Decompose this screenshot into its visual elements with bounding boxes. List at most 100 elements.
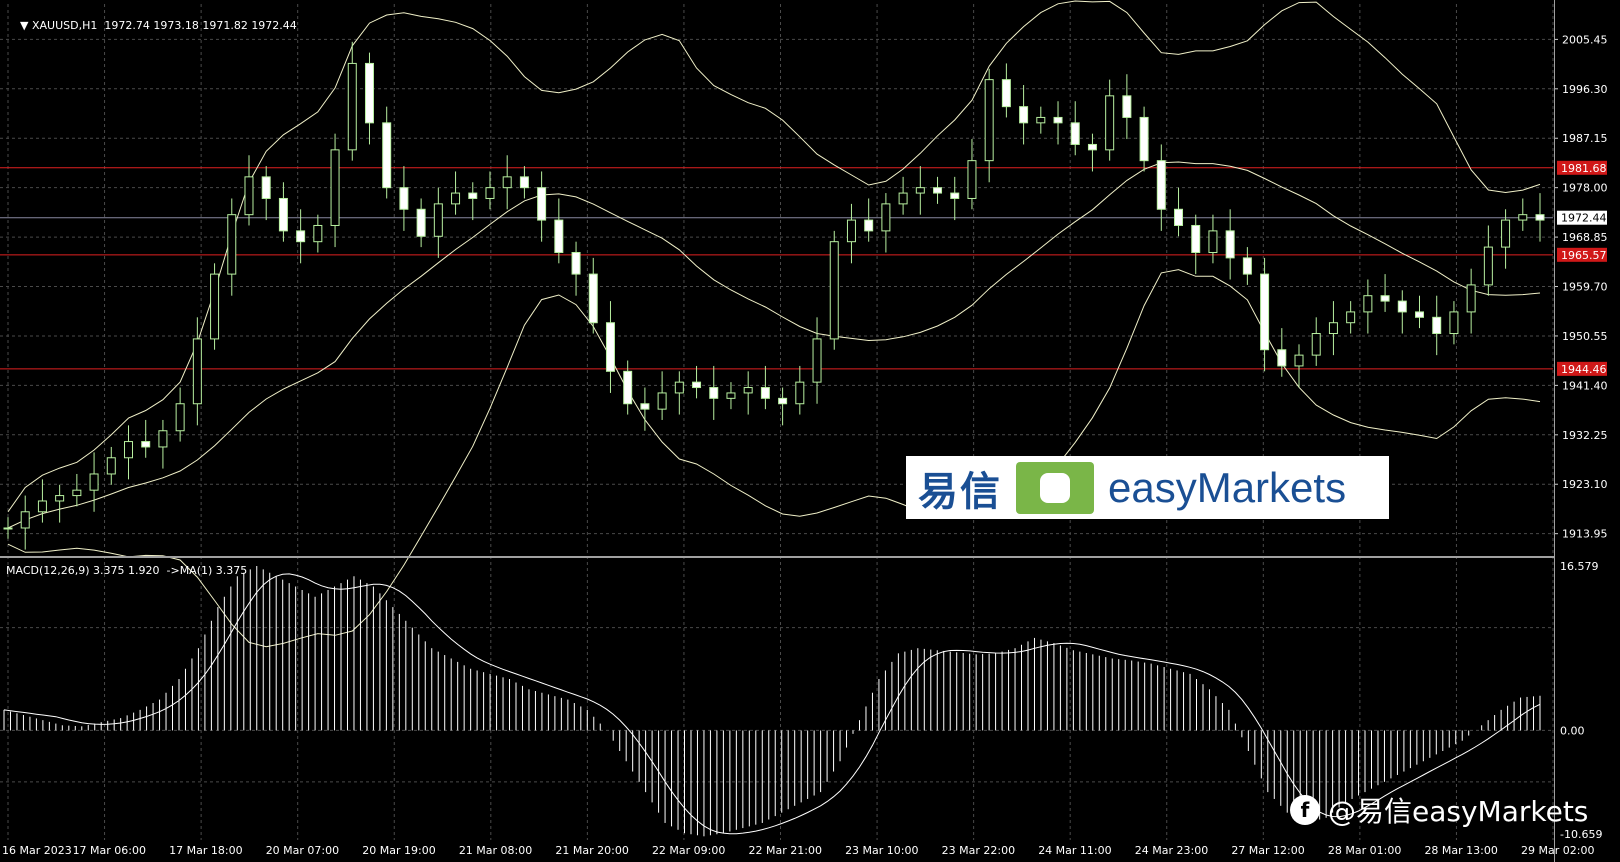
candle-bull <box>674 381 684 394</box>
pane-divider[interactable] <box>0 556 1555 558</box>
chart-header: ▼ XAUUSD,H1 1972.74 1973.18 1971.82 1972… <box>6 6 297 45</box>
watermark: f @易信easyMarkets <box>1290 790 1588 830</box>
candle-bull <box>123 441 133 459</box>
candle-bear <box>416 208 426 237</box>
price-axis: 2005.45 1996.30 1987.15 1978.00 1968.85 1959.… <box>1554 33 1608 841</box>
candle-bull <box>657 392 667 410</box>
candle-bull <box>106 457 116 475</box>
price-tick-label: 2005.45 <box>1562 33 1608 46</box>
price-tick-label: 1941.40 <box>1562 379 1608 392</box>
candle-bull <box>1501 219 1511 248</box>
candle-bull <box>502 176 512 189</box>
candle-bull <box>967 160 977 199</box>
bollinger-bands <box>7 0 1541 648</box>
candle-bull <box>1311 333 1321 356</box>
candle-bull <box>210 273 220 340</box>
time-tick-label: 17 Mar 18:00 <box>169 844 242 857</box>
candle-bull <box>451 192 461 205</box>
time-tick-label: 28 Mar 13:00 <box>1424 844 1497 857</box>
time-tick-label: 21 Mar 20:00 <box>555 844 628 857</box>
dropdown-triangle-icon[interactable]: ▼ <box>20 19 32 32</box>
candle-bull <box>881 203 891 232</box>
time-tick-label: 22 Mar 21:00 <box>749 844 822 857</box>
candle-bull <box>984 79 994 162</box>
time-tick-label: 27 Mar 12:00 <box>1231 844 1304 857</box>
time-tick-label: 23 Mar 22:00 <box>942 844 1015 857</box>
candle-bull <box>485 187 495 199</box>
candle-bear <box>1432 316 1442 335</box>
price-tick-label: 1913.95 <box>1562 528 1608 541</box>
candle-bear <box>1380 295 1390 302</box>
candle-bull <box>330 149 340 226</box>
time-tick-label: 20 Mar 07:00 <box>266 844 339 857</box>
price-tick-label: 1968.85 <box>1562 231 1608 244</box>
candle-bull <box>1208 230 1218 253</box>
candle-bear <box>1122 95 1132 118</box>
price-tick-label: 1932.25 <box>1562 429 1608 442</box>
candle-bear <box>1174 208 1184 226</box>
candle-bear <box>1156 160 1166 210</box>
level-price-label: 1965.57 <box>1561 249 1607 262</box>
candle-bear <box>1415 311 1425 318</box>
candle-bear <box>571 251 581 275</box>
price-tick-label: 1923.10 <box>1562 478 1608 491</box>
chart-window[interactable]: 2005.45 1996.30 1987.15 1978.00 1968.85 1959.… <box>0 0 1620 862</box>
candle-bull <box>898 192 908 205</box>
candle-bear <box>1535 214 1545 221</box>
candle-bull <box>1518 214 1528 221</box>
candle-bear <box>760 387 770 399</box>
candle-bull <box>846 219 856 243</box>
candle-bear <box>709 387 719 399</box>
candle-bear <box>933 187 943 194</box>
current-price-label: 1972.44 <box>1561 212 1607 225</box>
time-tick-label: 24 Mar 23:00 <box>1135 844 1208 857</box>
price-chart[interactable]: 2005.45 1996.30 1987.15 1978.00 1968.85 1959.… <box>0 0 1620 862</box>
ohlc-values: 1972.74 1973.18 1971.82 1972.44 <box>104 19 297 32</box>
time-tick-label: 28 Mar 01:00 <box>1328 844 1401 857</box>
candle-bear <box>640 403 650 410</box>
candle-bear <box>141 441 151 448</box>
macd-label: MACD(12,26,9) 3.375 1.920 ->MA(1) 3.375 <box>6 564 248 577</box>
price-tick-label: 1996.30 <box>1562 83 1608 96</box>
candle-bear <box>1087 143 1097 151</box>
candle-bear <box>950 192 960 199</box>
candle-bull <box>1036 116 1046 124</box>
time-axis: 16 Mar 2023 17 Mar 06:00 17 Mar 18:00 20 Ma… <box>2 844 1594 857</box>
candle-bull <box>743 387 753 394</box>
candle-bear <box>1053 116 1063 124</box>
axis-border <box>1554 0 1555 862</box>
macd-axis-label: 16.579 <box>1560 560 1599 573</box>
candle-bear <box>278 197 288 232</box>
level-price-label: 1944.46 <box>1561 363 1607 376</box>
candle-bull <box>1483 246 1493 286</box>
symbol-label: XAUUSD,H1 <box>31 19 98 32</box>
candle-bull <box>37 500 47 513</box>
price-tick-label: 1959.70 <box>1562 281 1608 294</box>
candle-bull <box>726 392 736 399</box>
candle-bull <box>812 338 822 383</box>
easymarkets-logo: 易信 easyMarkets <box>906 456 1389 519</box>
time-tick-label: 24 Mar 11:00 <box>1038 844 1111 857</box>
candle-bull <box>72 489 82 497</box>
time-tick-label: 21 Mar 08:00 <box>459 844 532 857</box>
candle-bear <box>1001 79 1011 108</box>
candle-bear <box>1260 273 1270 351</box>
candle-bear <box>623 370 633 405</box>
candle-bear <box>1225 230 1235 259</box>
candle-bull <box>175 403 185 432</box>
logo-english-text: easyMarkets <box>1108 463 1347 511</box>
candle-bear <box>1397 300 1407 313</box>
time-tick-label: 29 Mar 02:00 <box>1521 844 1594 857</box>
candle-bull <box>1346 311 1356 324</box>
candle-bull <box>1449 311 1459 335</box>
easymarkets-badge-icon <box>1016 461 1094 514</box>
time-tick-label: 17 Mar 06:00 <box>73 844 146 857</box>
candle-bull <box>1294 354 1304 367</box>
candle-bear <box>468 192 478 199</box>
time-tick-label: 23 Mar 10:00 <box>845 844 918 857</box>
facebook-icon: f <box>1290 795 1320 825</box>
candle-bear <box>261 176 271 199</box>
candle-bull <box>158 430 168 448</box>
candle-bull <box>244 176 254 216</box>
macd-axis-label: 0.00 <box>1560 724 1585 737</box>
